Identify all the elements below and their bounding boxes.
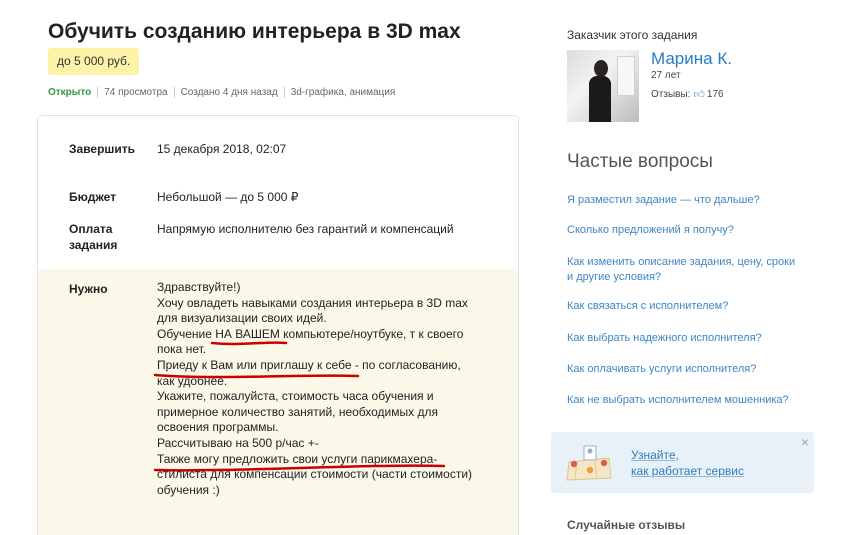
faq-title: Частые вопросы [567,151,713,172]
reviews-count: 176 [706,89,724,100]
need-line: стилиста для компенсации стоимости (част… [157,467,473,482]
learn-how-it-works-banner[interactable]: Узнайте, как работает сервис × [551,432,814,493]
close-icon[interactable]: × [801,434,809,450]
need-line: Также могу предложить свои услуги парикм… [157,451,438,466]
customer-name-link[interactable]: Марина К. [651,49,732,69]
meta-divider [97,87,99,98]
need-line: Укажите, пожалуйста, стоимость часа обуч… [157,389,434,404]
created-time: Создано 4 дня назад [180,87,278,98]
customer-age: 27 лет [651,70,681,81]
need-line: как удобнее. [157,373,228,388]
avatar-figure-body [589,76,611,122]
customer-heading: Заказчик этого задания [567,28,698,42]
need-line: Хочу овладеть навыками создания интерьер… [157,295,468,310]
learn-link-line-2: как работает сервис [631,464,744,478]
faq-link[interactable]: Как не выбрать исполнителем мошенника? [567,393,789,408]
thumb-up-icon: 👍︎ [693,89,705,101]
learn-link[interactable]: Узнайте, как работает сервис [631,447,744,479]
status-badge: Открыто [48,87,92,98]
views-count: 74 просмотра [104,87,168,98]
need-line: Обучение НА ВАШЕМ компьютере/ноутбуке, т… [157,326,464,341]
need-line: освоения программы. [157,420,279,435]
faq-link[interactable]: Сколько предложений я получу? [567,223,734,238]
customer-reviews[interactable]: Отзывы: 👍︎ 176 [651,88,724,101]
need-line: Рассчитываю на 500 р/час +- [157,435,319,450]
price-badge: до 5 000 руб. [48,48,140,75]
meta-divider [283,87,285,98]
need-line: примерное количество занятий, необходимы… [157,404,438,419]
faq-link[interactable]: и другие условия? [567,270,661,285]
finish-label: Завершить [69,142,136,156]
need-description: Здравствуйте!) Хочу овладеть навыками со… [157,280,487,498]
payment-label-line-1: Оплата [69,222,113,236]
payment-label-line-2: задания [69,238,118,252]
need-line: пока нет. [157,342,207,357]
avatar-window [617,56,635,96]
need-line: Здравствуйте!) [157,280,241,294]
budget-label: Бюджет [69,190,117,204]
need-label: Нужно [69,282,108,296]
faq-link[interactable]: Как выбрать надежного исполнителя? [567,331,762,346]
page-title: Обучить созданию интерьера в 3D max [48,20,461,43]
task-details-card: Завершить 15 декабря 2018, 02:07 Бюджет … [37,115,519,535]
learn-link-line-1: Узнайте, [631,448,679,462]
avatar[interactable] [567,50,639,122]
task-meta: Открыто 74 просмотра Создано 4 дня назад… [48,87,395,98]
meta-divider [173,87,175,98]
faq-link[interactable]: Как оплачивать услуги исполнителя? [567,362,756,377]
need-line: Приеду к Вам или приглашу к себе - по со… [157,357,461,372]
sidebar: Заказчик этого задания Марина К. 27 лет … [551,0,827,535]
payment-value: Напрямую исполнителю без гарантий и комп… [157,222,454,236]
faq-link[interactable]: Как связаться с исполнителем? [567,299,728,314]
need-line: для визуализации своих идей. [157,311,327,326]
avatar-figure-head [594,60,608,77]
map-pins-icon [566,445,612,481]
faq-link[interactable]: Я разместил задание — что дальше? [567,193,760,208]
budget-value: Небольшой — до 5 000 ₽ [157,190,299,204]
random-reviews-heading: Случайные отзывы [567,518,686,532]
need-line: обучения :) [157,482,220,497]
task-categories[interactable]: 3d-графика, анимация [291,87,396,98]
faq-link[interactable]: Как изменить описание задания, цену, сро… [567,255,795,270]
reviews-label: Отзывы: [651,89,691,100]
finish-value: 15 декабря 2018, 02:07 [157,142,287,156]
